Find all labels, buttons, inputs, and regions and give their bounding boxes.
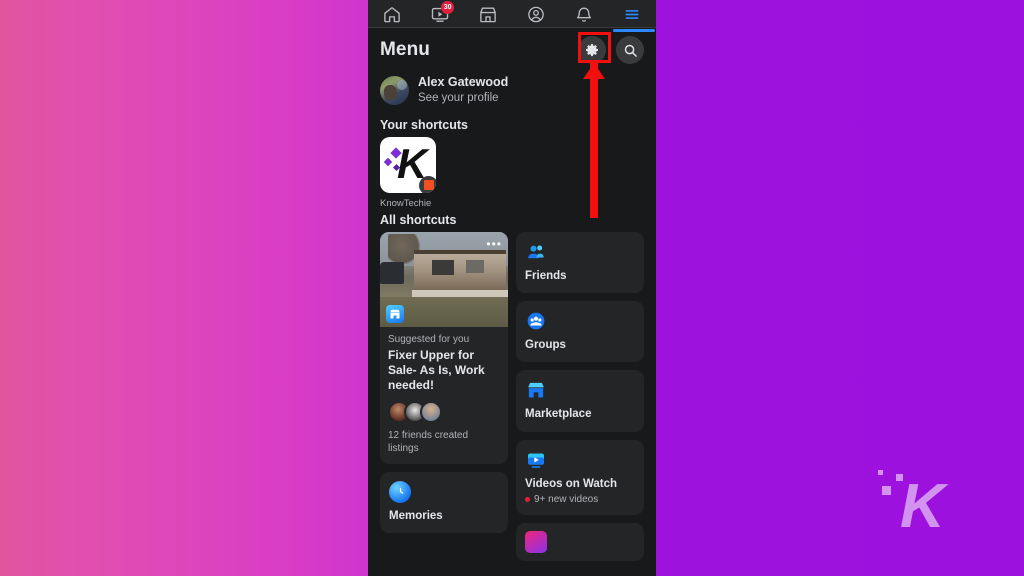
your-shortcuts-heading: Your shortcuts [380,117,468,132]
shortcut-tile-memories[interactable]: Memories [380,471,508,534]
marketplace-icon[interactable] [474,4,501,25]
tile-label: Groups [525,338,566,351]
shortcut-tile-videos-on-watch[interactable]: Videos on Watch 9+ new videos [516,439,644,516]
shortcuts-right-column: Friends Groups Marketplace Videos on Wat… [516,231,644,562]
tile-subtitle: 9+ new videos [534,494,599,506]
watermark-dot [882,486,891,495]
photo-window [432,259,454,275]
notifications-bell-icon[interactable] [571,4,598,25]
shortcut-tile-partial[interactable] [516,523,644,562]
profile-subtitle: See your profile [418,91,499,104]
shortcut-label: KnowTechie [380,197,432,209]
gradient-app-icon [525,531,547,554]
profile-name: Alex Gatewood [418,75,509,89]
listing-title: Fixer Upper for Sale- As Is, Work needed… [388,347,485,393]
page-title: Menu [380,39,431,60]
facebook-app-panel: 30 Menu Alex Gatewood See your profile Y… [368,0,656,576]
listing-eyebrow: Suggested for you [388,333,470,345]
menu-hamburger-icon[interactable] [612,4,655,32]
listing-body: Suggested for you Fixer Upper for Sale- … [380,327,508,464]
new-indicator-dot [525,497,530,503]
video-play-icon [525,449,547,471]
marketplace-store-icon [386,304,404,323]
profile-icon[interactable] [523,4,550,25]
friend-avatar [420,400,442,423]
tile-label: Marketplace [525,408,592,421]
shortcut-tile-marketplace[interactable]: Marketplace [516,370,644,432]
home-icon[interactable] [378,4,405,25]
clock-icon [389,480,411,503]
watch-icon[interactable]: 30 [426,0,455,25]
shortcut-tile-groups[interactable]: Groups [516,300,644,363]
watermark-letter: K [900,472,945,541]
shortcuts-left-column: ••• Suggested for you Fixer Upper for Sa… [380,231,508,534]
menu-header: Menu [368,28,656,72]
watch-badge: 30 [441,0,455,14]
listing-footnote: 12 friends created listings [388,429,469,454]
photo-car [380,261,404,284]
logo-square [383,157,393,166]
screenshot-stage: K 30 Menu Alex Gatewood See your profile… [0,0,1024,576]
marketplace-store-icon [525,379,547,401]
tile-label: Videos on Watch [525,477,618,490]
groups-icon [525,310,547,332]
tile-label: Memories [389,509,443,522]
shortcut-app-badge-icon [419,175,436,193]
all-shortcuts-heading: All shortcuts [380,212,457,227]
top-navigation-bar: 30 [368,0,656,32]
search-button[interactable] [616,36,644,64]
friend-avatars [388,400,500,423]
listing-photo: ••• [380,231,508,327]
profile-row[interactable]: Alex Gatewood See your profile [368,72,656,114]
all-shortcuts-grid: ••• Suggested for you Fixer Upper for Sa… [368,231,656,562]
profile-text: Alex Gatewood See your profile [418,75,508,106]
friends-icon [525,241,547,263]
marketplace-suggestion-card[interactable]: ••• Suggested for you Fixer Upper for Sa… [380,231,508,464]
header-actions [578,36,644,64]
tile-label: Friends [525,269,567,282]
your-shortcuts-list: K KnowTechie [368,136,656,209]
shortcut-item-knowtechie[interactable]: K KnowTechie [380,136,436,209]
watermark-dot [878,470,883,475]
avatar [380,75,409,105]
settings-gear-button[interactable] [578,36,606,64]
knowtechie-watermark: K [876,464,962,540]
overflow-menu-icon[interactable]: ••• [486,238,502,250]
knowtechie-logo-tile[interactable]: K [380,136,436,193]
active-tab-underline [612,28,655,32]
tile-subtitle-row: 9+ new videos [525,494,635,505]
photo-window [466,259,484,273]
shortcut-tile-friends[interactable]: Friends [516,231,644,293]
